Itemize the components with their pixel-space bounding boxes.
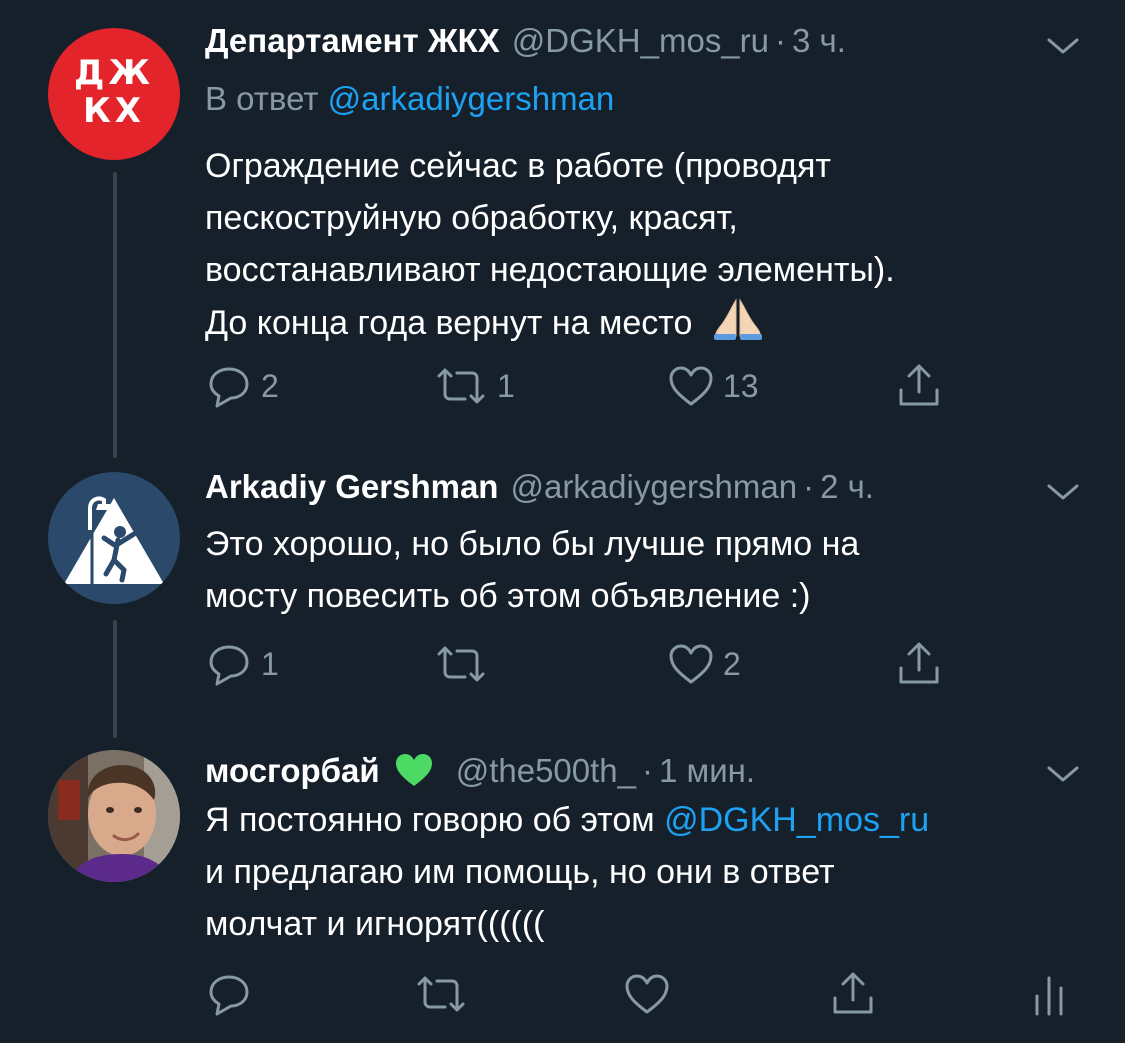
tweet-mosgorbay[interactable]: мосгорбай @the500th_ · 1 мин. Я постоянн… [0, 740, 1125, 1043]
reply-button[interactable]: 2 [205, 358, 279, 414]
avatar-mosgorbay[interactable] [48, 750, 180, 882]
chevron-down-icon[interactable] [1045, 480, 1081, 504]
separator-dot: · [803, 468, 815, 505]
separator-dot: · [775, 22, 787, 59]
share-button[interactable] [827, 966, 879, 1022]
like-count: 13 [723, 367, 759, 404]
tweet-header: Arkadiy Gershman @arkadiygershman · 2 ч. [205, 468, 874, 512]
retweet-icon [437, 646, 485, 682]
share-icon [899, 364, 939, 406]
like-icon [625, 974, 669, 1014]
analytics-icon [1035, 976, 1063, 1016]
retweet-icon [417, 976, 465, 1012]
tweet-text-line-part: Я постоянно говорю об этом [205, 801, 665, 839]
tweet-arkadiy[interactable]: Arkadiy Gershman @arkadiygershman · 2 ч.… [0, 460, 1125, 740]
reply-prefix: В ответ [205, 80, 319, 117]
author-name[interactable]: Департамент ЖКХ [205, 22, 500, 60]
reply-to-mention[interactable]: @arkadiygershman [328, 80, 615, 117]
tweet-text-line: молчат и игнорят(((((( [205, 905, 545, 943]
share-button[interactable] [893, 358, 945, 414]
tweet-actions [205, 966, 1085, 1022]
avatar-photo [48, 750, 180, 882]
avatar-logo-line-2: КХ [82, 91, 145, 131]
analytics-button[interactable] [1029, 966, 1069, 1022]
tweet-header: Департамент ЖКХ @DGKH_mos_ru · 3 ч. [205, 22, 846, 66]
tweet-text-line: мосту повесить об этом объявление :) [205, 577, 811, 615]
tweet-text-line-part: До конца года вернут на место [205, 304, 693, 342]
avatar-logo [64, 496, 164, 584]
share-button[interactable] [893, 636, 945, 692]
reply-icon [209, 645, 249, 686]
retweet-button[interactable] [433, 636, 497, 692]
thread-line [113, 620, 117, 738]
like-icon [669, 644, 713, 684]
tweet-text: Ограждение сейчас в работе (проводят пес… [205, 140, 1085, 349]
tweet-text: Я постоянно говорю об этом @DGKH_mos_ru … [205, 794, 1085, 950]
avatar-dgkh[interactable]: ДЖ КХ [48, 28, 180, 160]
tweet-dgkh[interactable]: ДЖ КХ Департамент ЖКХ @DGKH_mos_ru · 3 ч… [0, 0, 1125, 460]
like-icon [669, 366, 713, 406]
share-icon [833, 972, 873, 1014]
separator-dot: · [642, 752, 654, 789]
retweet-button[interactable]: 1 [433, 358, 515, 414]
avatar-logo-line-1: ДЖ [74, 53, 154, 93]
reply-context: В ответ @arkadiygershman [205, 80, 614, 118]
chevron-down-icon[interactable] [1045, 762, 1081, 786]
reply-icon [209, 367, 249, 408]
tweet-header: мосгорбай @the500th_ · 1 мин. [205, 746, 755, 790]
author-name[interactable]: Arkadiy Gershman [205, 468, 498, 506]
tweet-text: Это хорошо, но было бы лучше прямо на мо… [205, 518, 1085, 622]
tweet-actions: 2 1 13 [205, 358, 1005, 414]
author-name[interactable]: мосгорбай [205, 752, 380, 790]
author-handle[interactable]: @DGKH_mos_ru [512, 22, 769, 60]
tweet-text-line: До конца года вернут на место [205, 296, 1085, 349]
green-heart-emoji [395, 754, 432, 786]
tweet-actions: 1 2 [205, 636, 1005, 692]
share-icon [899, 642, 939, 684]
tweet-text-line: Я постоянно говорю об этом @DGKH_mos_ru [205, 794, 1085, 846]
timestamp[interactable]: 2 ч. [820, 468, 874, 506]
retweet-button[interactable] [413, 966, 469, 1022]
tweet-text-line: и предлагаю им помощь, но они в ответ [205, 853, 835, 891]
like-button[interactable]: 13 [667, 358, 759, 414]
tweet-text-line: Это хорошо, но было бы лучше прямо на [205, 525, 860, 563]
reply-count: 1 [261, 645, 279, 682]
like-button[interactable]: 2 [667, 636, 741, 692]
reply-count: 2 [261, 367, 279, 404]
tweet-text-line: пескоструйную обработку, красят, [205, 199, 738, 237]
body-mention-link[interactable]: @DGKH_mos_ru [664, 801, 929, 839]
reply-button[interactable] [205, 966, 253, 1022]
thread-line [113, 172, 117, 458]
retweet-count: 1 [497, 367, 515, 404]
timestamp[interactable]: 3 ч. [792, 22, 846, 60]
chevron-down-icon[interactable] [1045, 34, 1081, 58]
tweet-text-line: Ограждение сейчас в работе (проводят [205, 147, 831, 185]
author-handle[interactable]: @arkadiygershman [510, 468, 797, 506]
retweet-icon [437, 368, 485, 404]
timestamp[interactable]: 1 мин. [659, 752, 755, 790]
tweet-text-line: восстанавливают недостающие элементы). [205, 251, 895, 289]
like-button[interactable] [623, 966, 671, 1022]
author-handle[interactable]: @the500th_ [456, 752, 636, 790]
reply-icon [209, 975, 249, 1016]
avatar-arkadiy[interactable] [48, 472, 180, 604]
reply-button[interactable]: 1 [205, 636, 279, 692]
folded-hands-emoji [713, 298, 762, 340]
like-count: 2 [723, 645, 741, 682]
